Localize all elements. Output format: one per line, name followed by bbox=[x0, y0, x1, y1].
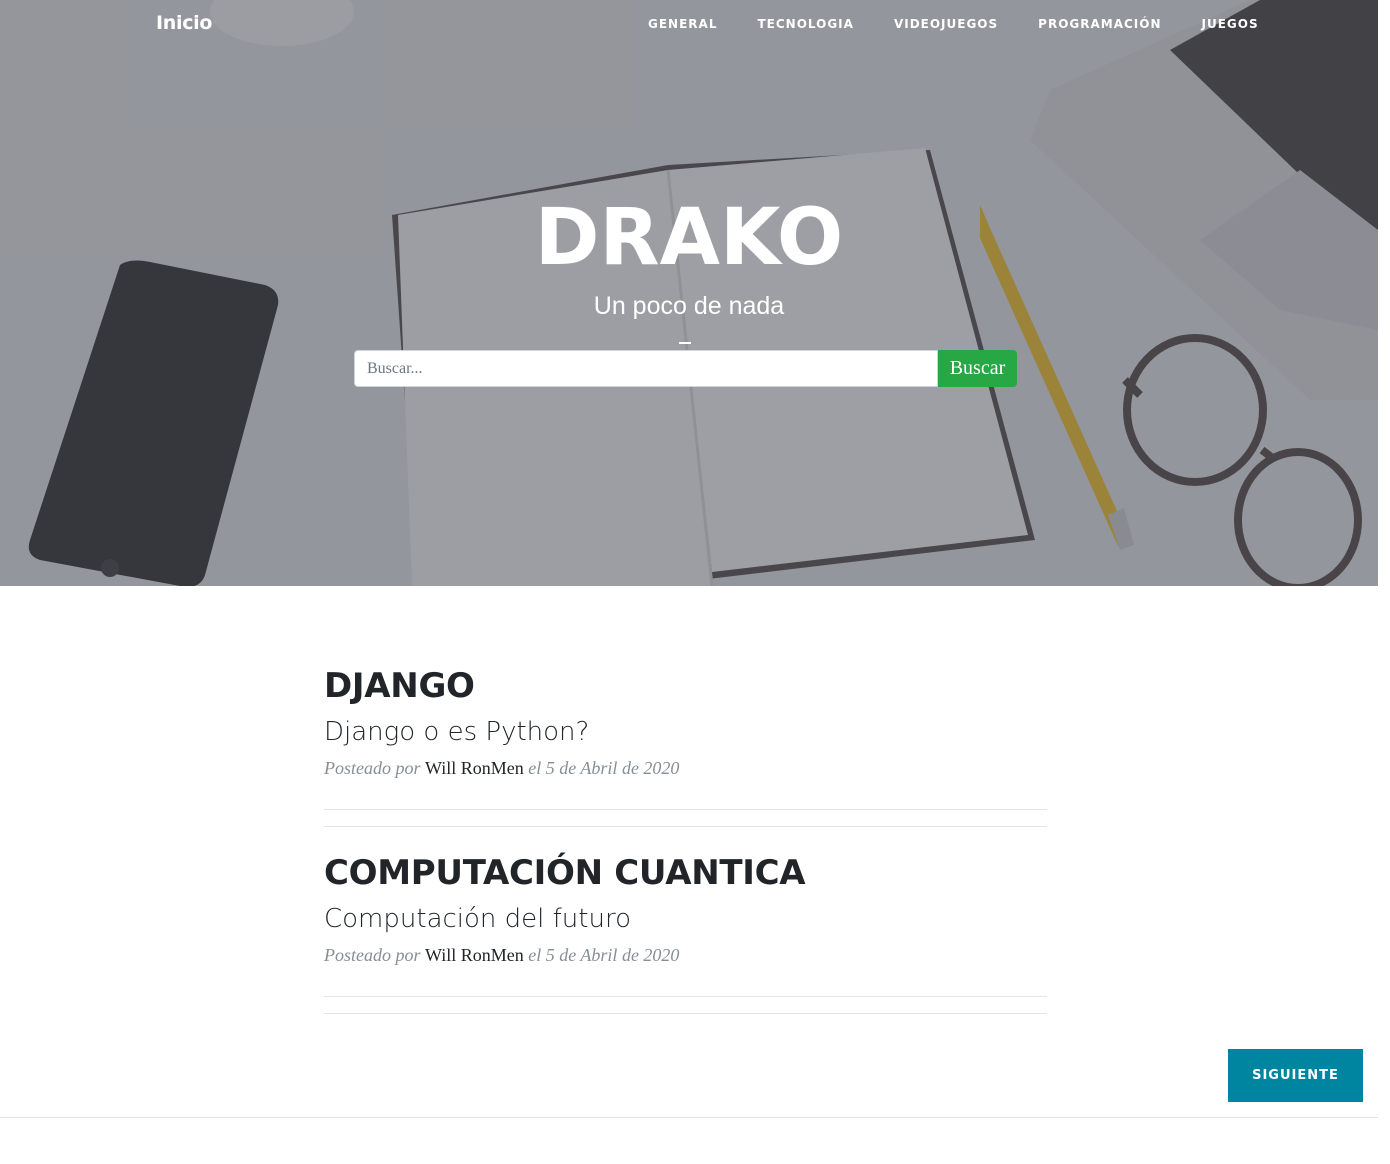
hero-header: Inicio GENERAL TECNOLOGIA VIDEOJUEGOS PR… bbox=[0, 0, 1378, 586]
post-meta-prefix: Posteado por bbox=[324, 945, 421, 965]
nav-links: GENERAL TECNOLOGIA VIDEOJUEGOS PROGRAMAC… bbox=[648, 17, 1299, 31]
subtitle-divider bbox=[679, 342, 691, 344]
post-title[interactable]: DJANGO bbox=[324, 664, 1047, 708]
post-meta-prefix: Posteado por bbox=[324, 758, 421, 778]
nav-link-tecnologia[interactable]: TECNOLOGIA bbox=[757, 17, 853, 31]
nav-link-programacion[interactable]: PROGRAMACIÓN bbox=[1038, 17, 1161, 31]
post-subtitle[interactable]: Django o es Python? bbox=[324, 712, 1047, 752]
post-divider bbox=[324, 809, 1047, 827]
post-preview: DJANGO Django o es Python? Posteado por … bbox=[324, 640, 1047, 827]
nav-link-videojuegos[interactable]: VIDEOJUEGOS bbox=[894, 17, 998, 31]
search-form: Buscar bbox=[354, 350, 1017, 387]
post-meta-date: el 5 de Abril de 2020 bbox=[528, 945, 680, 965]
nav-link-juegos[interactable]: JUEGOS bbox=[1202, 17, 1259, 31]
site-subtitle: Un poco de nada bbox=[593, 292, 785, 320]
post-subtitle[interactable]: Computación del futuro bbox=[324, 899, 1047, 939]
next-page-button[interactable]: SIGUIENTE bbox=[1228, 1049, 1363, 1102]
post-list: DJANGO Django o es Python? Posteado por … bbox=[324, 640, 1047, 1014]
post-meta-date: el 5 de Abril de 2020 bbox=[528, 758, 680, 778]
post-author-link[interactable]: Will RonMen bbox=[425, 758, 524, 778]
post-author-link[interactable]: Will RonMen bbox=[425, 945, 524, 965]
site-title: DRAKO bbox=[534, 193, 844, 283]
search-input[interactable] bbox=[354, 350, 938, 387]
post-meta: Posteado por Will RonMen el 5 de Abril d… bbox=[324, 758, 1047, 779]
nav-link-general[interactable]: GENERAL bbox=[648, 17, 717, 31]
footer-divider bbox=[0, 1117, 1378, 1118]
post-preview: COMPUTACIÓN CUANTICA Computación del fut… bbox=[324, 827, 1047, 1014]
top-navbar: Inicio GENERAL TECNOLOGIA VIDEOJUEGOS PR… bbox=[0, 0, 1378, 50]
search-button[interactable]: Buscar bbox=[938, 350, 1017, 387]
post-title[interactable]: COMPUTACIÓN CUANTICA bbox=[324, 851, 1047, 895]
brand-link[interactable]: Inicio bbox=[156, 12, 212, 34]
post-divider bbox=[324, 996, 1047, 1014]
post-meta: Posteado por Will RonMen el 5 de Abril d… bbox=[324, 945, 1047, 966]
